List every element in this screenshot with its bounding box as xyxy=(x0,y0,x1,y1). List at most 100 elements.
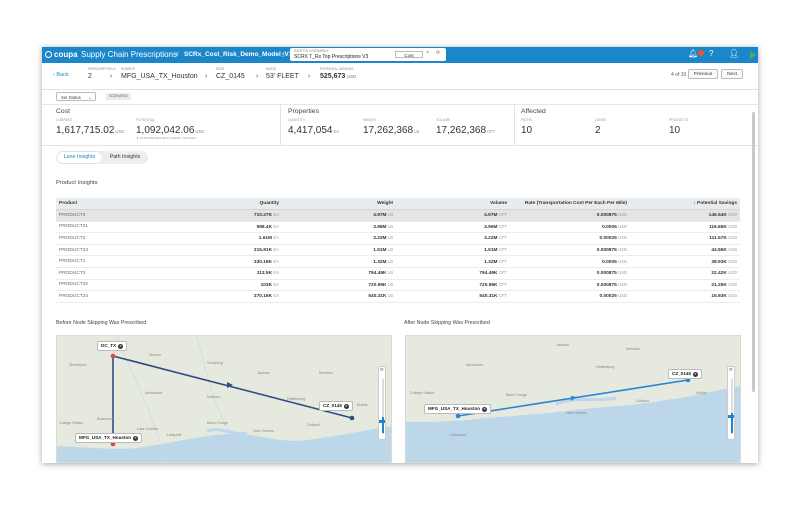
node-label-cz-0145[interactable]: CZ_0145 × xyxy=(668,369,702,379)
column-header-potential-savings[interactable]: ↓ Potential Savings xyxy=(630,198,740,210)
cell-rate: 0.00025 USD xyxy=(510,290,630,303)
refresh-icon[interactable]: ⟳ xyxy=(380,367,384,373)
previous-button[interactable]: Previous xyxy=(688,69,718,79)
potential-savings-caption: POTENTIAL SAVINGS xyxy=(320,67,354,71)
cell-value: 330.18K xyxy=(253,259,273,265)
zoom-handle[interactable] xyxy=(379,420,385,423)
cell-value: 1.32M xyxy=(484,259,498,265)
scenario-tag: SCENARIO xyxy=(106,93,131,100)
cell-unit: CFT xyxy=(498,223,507,229)
table-row[interactable]: PRODUCT22 103K EA 720.99K LB 720.99K CFT 0.0… xyxy=(56,279,740,292)
place-label: Alexandria xyxy=(466,363,483,367)
table-row[interactable]: PRODUCT21 988.4K EA 3.96M LB 3.96M CFT 0.000… xyxy=(56,221,740,234)
mode-value: 53' FLEET xyxy=(266,73,299,80)
close-icon[interactable]: × xyxy=(133,436,139,441)
dest-caption: DEST xyxy=(216,67,225,71)
cell-value: 215.91K xyxy=(253,248,273,254)
cell-unit: USD xyxy=(728,212,737,218)
place-label: Mobile xyxy=(696,391,707,395)
table-row[interactable]: PRODUCT24 270.16K EA 540.31K LB 540.31K CFT… xyxy=(56,290,740,303)
before-map[interactable]: Shreveport Monroe Vicksburg Jackson Meri… xyxy=(56,335,392,463)
coupa-logo[interactable]: coupa xyxy=(45,50,78,59)
filter-row: Set Status ⌄ SCENARIO xyxy=(42,90,758,105)
potential-caption: POTENTIAL xyxy=(136,118,155,122)
cost-button[interactable]: Cost xyxy=(395,51,423,58)
place-label: Gulfport xyxy=(636,399,649,403)
user-icon[interactable]: 👤︎ xyxy=(729,49,739,58)
close-icon[interactable]: × xyxy=(426,50,429,56)
cell-unit: EA xyxy=(273,258,279,264)
set-status-dropdown[interactable]: Set Status ⌄ xyxy=(56,92,96,101)
bell-icon[interactable]: 🔔︎ xyxy=(688,49,698,58)
node-label-mfg-houston[interactable]: MFG_USA_TX_Houston × xyxy=(75,433,143,443)
column-header-weight[interactable]: Weight xyxy=(282,198,396,210)
cell-value: 0.0005 xyxy=(602,224,617,230)
node-label-cz-0145[interactable]: CZ_0145 × xyxy=(319,401,353,411)
back-label: Back xyxy=(56,72,69,78)
volume-kpi-value: 17,262,368 xyxy=(436,125,487,136)
chevron-left-icon[interactable]: ‹ xyxy=(282,49,285,58)
refresh-icon[interactable]: ⟳ xyxy=(729,367,733,373)
cell-unit: CFT xyxy=(498,293,507,299)
table-row[interactable]: PRODUCT23 215.91K EA 1.51M LB 1.51M CFT 0.00… xyxy=(56,244,740,257)
column-header-product[interactable]: Product xyxy=(56,198,166,210)
zoom-slider[interactable]: ⟳ xyxy=(378,366,386,440)
column-header-quantity[interactable]: Quantity xyxy=(166,198,282,210)
node-label-dc-tx[interactable]: DC_TX × xyxy=(97,341,128,351)
close-icon[interactable]: × xyxy=(343,404,349,409)
page-scrollbar[interactable] xyxy=(752,112,755,392)
table-row[interactable]: PRODUCT3 113.5K EA 794.49K LB 794.49K CFT 0.… xyxy=(56,267,740,280)
quantity-kpi: 4,417,054EA xyxy=(288,125,339,136)
cell-rate: 0.0005 USD xyxy=(510,221,630,234)
cell-value: 0.000875 xyxy=(596,282,617,288)
cell-rate: 0.000875 USD xyxy=(510,244,630,257)
close-icon[interactable]: × xyxy=(482,407,488,412)
table-row[interactable]: PRODUCT2 1.61M EA 3.22M LB 3.22M CFT 0.00025… xyxy=(56,232,740,245)
node-label-text: CZ_0145 xyxy=(323,403,342,408)
quantity-caption: QUANTITY xyxy=(288,118,306,122)
top-bar: coupa Supply Chain Prescriptions ‹ SCRx_… xyxy=(42,47,758,63)
set-status-label: Set Status xyxy=(61,95,81,100)
table-row[interactable]: PRODUCT4 710.27K EA 4.97M LB 4.97M CFT 0.000… xyxy=(56,209,740,222)
cell-unit: USD xyxy=(618,223,627,229)
cell-unit: CFT xyxy=(498,270,507,276)
place-label: Beaumont xyxy=(97,417,113,421)
next-button[interactable]: Next xyxy=(721,69,743,79)
place-label: New Orleans xyxy=(253,429,274,433)
cell-unit: CFT xyxy=(498,212,507,218)
zoom-handle[interactable] xyxy=(728,415,734,418)
column-header-volume[interactable]: Volume xyxy=(396,198,510,210)
back-button[interactable]: ‹ Back xyxy=(53,72,69,78)
tab-path-insights[interactable]: Path Insights xyxy=(103,152,147,163)
refresh-icon[interactable]: ⟳ xyxy=(436,50,440,56)
close-icon[interactable]: × xyxy=(118,344,124,349)
cell-savings: 22.42K USD xyxy=(630,267,740,280)
cell-value: 103K xyxy=(260,282,273,288)
column-header-rate[interactable]: Rate (Transportation Cost Per Each Per M… xyxy=(510,198,630,210)
place-label: Hattiesburg xyxy=(596,365,614,369)
node-label-mfg-houston[interactable]: MFG_USA_TX_Houston × xyxy=(424,404,492,414)
cell-value: 22.42K xyxy=(711,271,727,277)
place-label: College Station xyxy=(410,391,434,395)
cell-value: 3.96M xyxy=(373,224,387,230)
chevron-right-icon: › xyxy=(308,73,311,80)
model-name[interactable]: SCRx_Cost_Risk_Demo_Model_V16 xyxy=(184,51,296,58)
zoom-slider[interactable]: ⟳ xyxy=(727,366,735,440)
paths-caption: PATHS xyxy=(521,118,532,122)
help-icon[interactable]: ? xyxy=(709,49,713,58)
after-map[interactable]: Jackson Meridian Alexandria Hattiesburg … xyxy=(405,335,741,463)
cell-value: 720.99K xyxy=(368,282,387,288)
cell-unit: LB xyxy=(387,258,393,264)
volume-kpi: 17,262,368CFT xyxy=(436,125,495,136)
cell-savings: 146.54K USD xyxy=(630,209,740,222)
close-icon[interactable]: × xyxy=(692,372,698,377)
potential-cost-unit: USD xyxy=(195,129,205,134)
chevron-left-icon[interactable]: ‹ xyxy=(176,49,179,58)
scenario-switcher[interactable]: SWITCH SCENARIO SCRX T_Rx Top Prescripti… xyxy=(290,48,446,61)
table-row[interactable]: PRODUCT1 330.18K EA 1.32M LB 1.32M CFT 0.000… xyxy=(56,255,740,268)
cell-unit: USD xyxy=(618,293,627,299)
place-label: Mobile xyxy=(357,403,368,407)
scenario-switcher-value[interactable]: SCRX T_Rx Top Prescriptions V3 xyxy=(294,54,368,60)
tab-lane-insights[interactable]: Lane Insights xyxy=(57,152,102,163)
play-icon[interactable] xyxy=(750,51,756,59)
